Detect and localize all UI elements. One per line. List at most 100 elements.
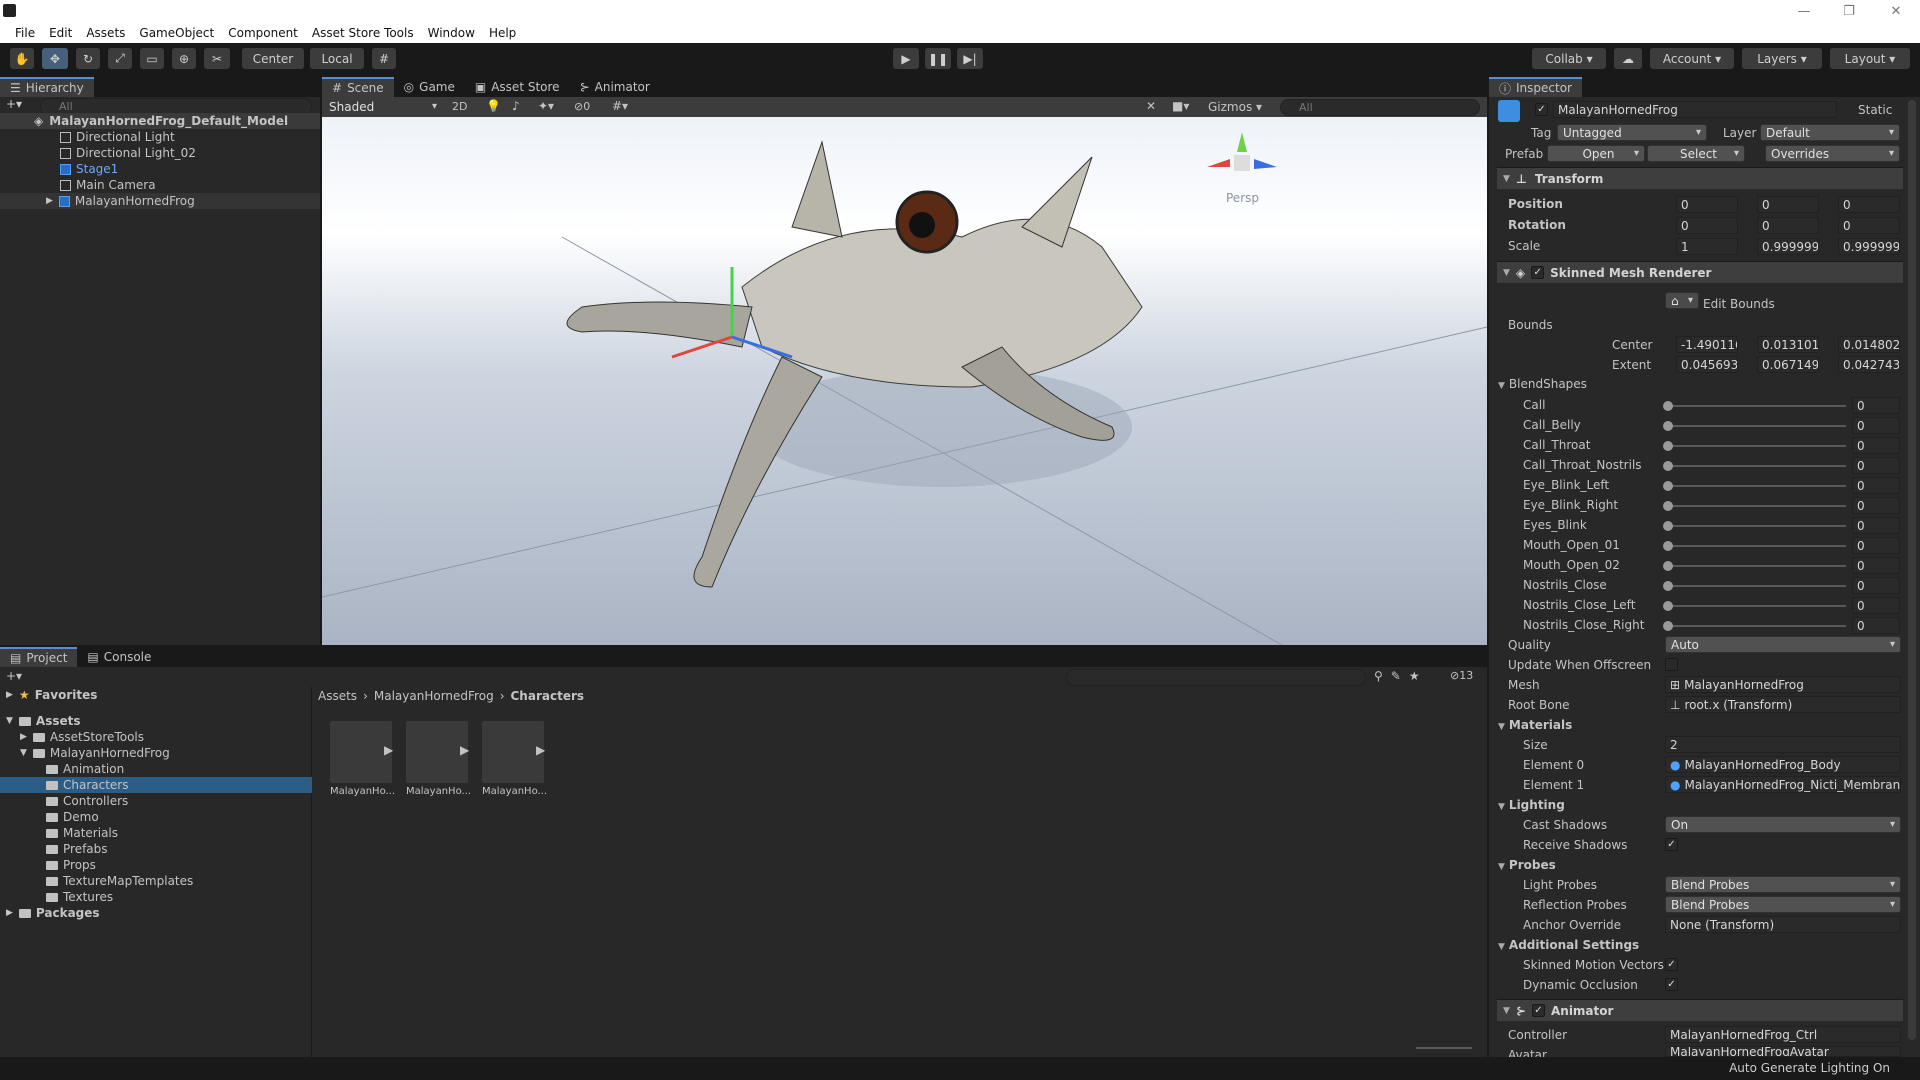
position-y-field[interactable]: 0	[1757, 196, 1819, 213]
skinned-mesh-renderer-header[interactable]: ▼ ◈ ✓ Skinned Mesh Renderer	[1497, 261, 1903, 283]
lighting-icon[interactable]: 💡	[486, 99, 501, 113]
custom-tool-icon[interactable]: ✂	[204, 48, 230, 69]
menu-help[interactable]: Help	[482, 26, 523, 40]
tree-item[interactable]: ▶ AssetStoreTools	[20, 729, 144, 745]
tree-item[interactable]: Controllers	[46, 793, 128, 809]
blendshape-slider[interactable]	[1668, 405, 1846, 407]
asset-play-icon[interactable]: ▶	[536, 743, 545, 757]
tools-icon[interactable]: ✕	[1146, 99, 1156, 113]
avatar-field[interactable]: MalayanHornedFrogAvatar	[1665, 1046, 1901, 1057]
blendshape-value-field[interactable]: 0	[1852, 477, 1900, 494]
blendshape-slider-knob[interactable]	[1663, 501, 1673, 511]
static-toggle[interactable]: Static	[1858, 103, 1892, 117]
position-x-field[interactable]: 0	[1676, 196, 1738, 213]
blendshape-slider[interactable]	[1668, 605, 1846, 607]
reflection-probes-dropdown[interactable]: Blend Probes	[1665, 896, 1901, 913]
play-button[interactable]: ▶	[893, 48, 919, 69]
tree-item[interactable]: TextureMapTemplates	[46, 873, 193, 889]
blendshape-value-field[interactable]: 0	[1852, 517, 1900, 534]
tab-project[interactable]: ▤ Project	[0, 647, 78, 667]
center-z-field[interactable]: 0.014802	[1838, 336, 1900, 353]
scene-search-input[interactable]: All	[1280, 99, 1480, 116]
hierarchy-item[interactable]: ▶ MalayanHornedFrog	[0, 193, 320, 209]
blendshape-slider[interactable]	[1668, 565, 1846, 567]
blendshape-value-field[interactable]: 0	[1852, 417, 1900, 434]
hidden-packages-count[interactable]: ⊘13	[1450, 669, 1473, 682]
tree-item[interactable]: Props	[46, 857, 96, 873]
blendshapes-foldout[interactable]: ▼ BlendShapes	[1498, 377, 1587, 391]
blendshape-slider-knob[interactable]	[1663, 401, 1673, 411]
tree-item[interactable]: Animation	[46, 761, 124, 777]
motion-vectors-checkbox[interactable]: ✓	[1665, 958, 1678, 971]
blendshape-slider[interactable]	[1668, 505, 1846, 507]
account-dropdown[interactable]: Account ▾	[1650, 48, 1734, 69]
rect-tool-icon[interactable]: ▭	[140, 48, 164, 69]
center-x-field[interactable]: -1.490116	[1676, 336, 1738, 353]
grid-toggle-icon[interactable]: #▾	[612, 99, 628, 113]
cloud-icon[interactable]: ☁	[1614, 48, 1642, 69]
tree-assets[interactable]: ▼ Assets	[6, 713, 81, 729]
element1-field[interactable]: ● MalayanHornedFrog_Nicti_Membran	[1665, 776, 1901, 793]
blendshape-value-field[interactable]: 0	[1852, 597, 1900, 614]
blendshape-slider-knob[interactable]	[1663, 541, 1673, 551]
blendshape-slider[interactable]	[1668, 485, 1846, 487]
extent-y-field[interactable]: 0.067149	[1757, 356, 1819, 373]
hierarchy-item[interactable]: Directional Light_02	[60, 145, 196, 161]
materials-foldout[interactable]: ▼ Materials	[1498, 718, 1572, 732]
additional-settings-foldout[interactable]: ▼ Additional Settings	[1498, 938, 1639, 952]
receive-shadows-checkbox[interactable]: ✓	[1665, 838, 1678, 851]
controller-field[interactable]: MalayanHornedFrog_Ctrl	[1665, 1026, 1901, 1043]
scale-y-field[interactable]: 0.9999999	[1757, 238, 1819, 255]
perspective-label[interactable]: Persp	[1226, 191, 1259, 205]
asset-thumbnail[interactable]	[406, 721, 468, 783]
active-checkbox[interactable]: ✓	[1535, 103, 1548, 116]
center-y-field[interactable]: 0.013101€	[1757, 336, 1819, 353]
rotation-y-field[interactable]: 0	[1757, 217, 1819, 234]
transform-header[interactable]: ▼ ⊥ Transform	[1497, 167, 1903, 189]
scale-tool-icon[interactable]: ⤢	[108, 48, 132, 69]
hand-tool-icon[interactable]: ✋	[10, 48, 34, 69]
blendshape-slider[interactable]	[1668, 525, 1846, 527]
blendshape-slider-knob[interactable]	[1663, 581, 1673, 591]
scene-viewport[interactable]: Persp	[322, 117, 1487, 645]
gizmos-dropdown[interactable]: Gizmos ▾	[1208, 100, 1262, 114]
tab-console[interactable]: ▤ Console	[77, 647, 161, 667]
blendshape-slider[interactable]	[1668, 585, 1846, 587]
blendshape-slider-knob[interactable]	[1663, 561, 1673, 571]
scale-z-field[interactable]: 0.9999999	[1838, 238, 1900, 255]
tree-item-selected[interactable]: Characters	[0, 777, 312, 793]
anchor-override-field[interactable]: None (Transform)	[1665, 916, 1901, 933]
materials-size-field[interactable]: 2	[1665, 736, 1901, 753]
tree-item[interactable]: Demo	[46, 809, 99, 825]
blendshape-slider-knob[interactable]	[1663, 421, 1673, 431]
step-button[interactable]: ▶|	[957, 48, 983, 69]
blendshape-value-field[interactable]: 0	[1852, 497, 1900, 514]
tree-item[interactable]: Prefabs	[46, 841, 108, 857]
pause-button[interactable]: ❚❚	[925, 48, 951, 69]
menu-edit[interactable]: Edit	[42, 26, 79, 40]
object-name-field[interactable]: MalayanHornedFrog	[1553, 101, 1837, 118]
probes-foldout[interactable]: ▼ Probes	[1498, 858, 1556, 872]
prefab-open-button[interactable]: Open	[1547, 145, 1645, 162]
rotation-z-field[interactable]: 0	[1838, 217, 1900, 234]
rotate-tool-icon[interactable]: ↻	[76, 48, 100, 69]
cast-shadows-dropdown[interactable]: On	[1665, 816, 1901, 833]
shading-mode-dropdown[interactable]: Shaded	[324, 98, 442, 115]
blendshape-value-field[interactable]: 0	[1852, 537, 1900, 554]
grid-snap-icon[interactable]: #	[372, 48, 396, 69]
hidden-count[interactable]: ⊘0	[574, 100, 590, 113]
menu-asset-store-tools[interactable]: Asset Store Tools	[305, 26, 421, 40]
layers-dropdown[interactable]: Layers ▾	[1742, 48, 1822, 69]
hierarchy-item[interactable]: Stage1	[60, 161, 118, 177]
blendshape-slider-knob[interactable]	[1663, 461, 1673, 471]
animator-header[interactable]: ▼ ⊱ ✓ Animator	[1497, 999, 1903, 1021]
camera-icon[interactable]: ■▾	[1172, 99, 1189, 113]
blendshape-value-field[interactable]: 0	[1852, 577, 1900, 594]
menu-assets[interactable]: Assets	[79, 26, 132, 40]
scene-gizmo-icon[interactable]	[1202, 127, 1282, 187]
lighting-foldout[interactable]: ▼ Lighting	[1498, 798, 1565, 812]
tab-inspector[interactable]: ⓘ Inspector	[1489, 77, 1582, 97]
create-icon[interactable]: +▾	[6, 97, 22, 111]
collab-dropdown[interactable]: Collab ▾	[1532, 48, 1606, 69]
dynamic-occlusion-checkbox[interactable]: ✓	[1665, 978, 1678, 991]
